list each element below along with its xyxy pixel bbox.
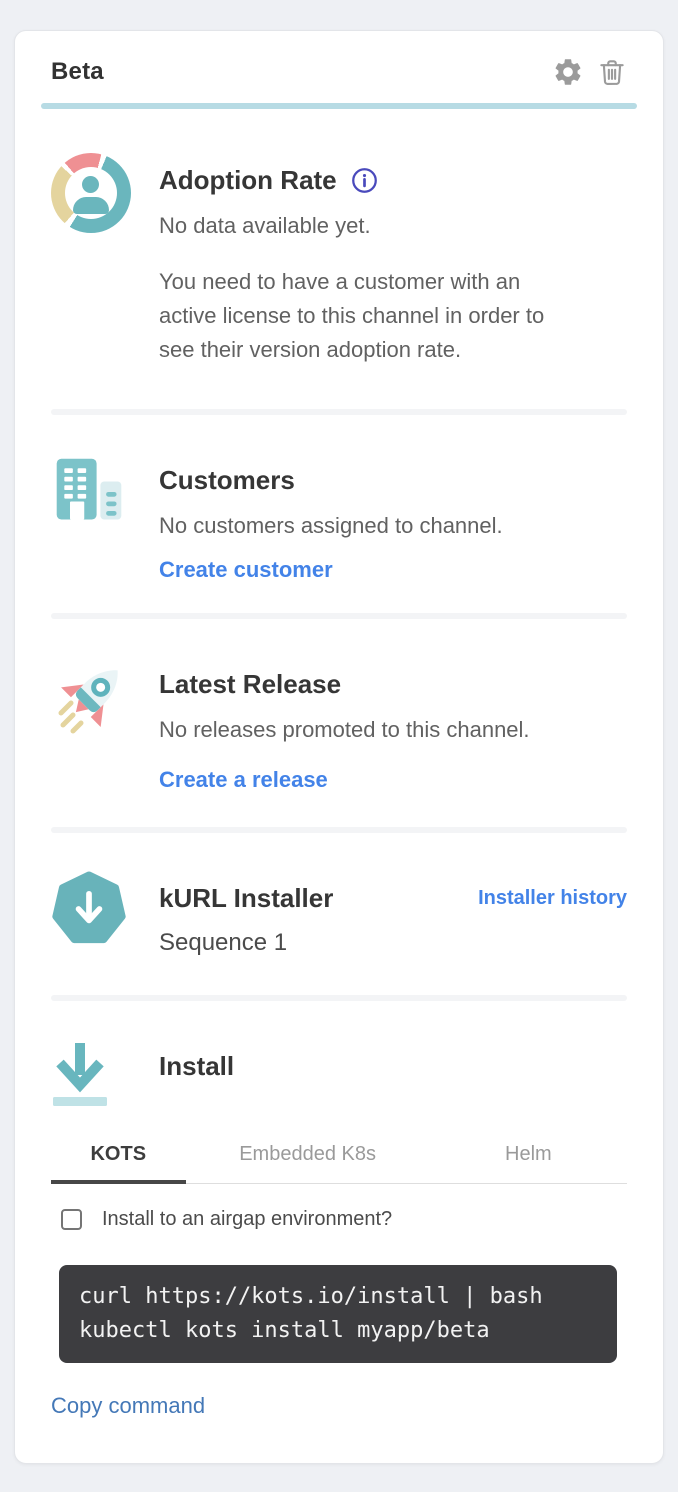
adoption-title: Adoption Rate <box>159 163 337 197</box>
create-customer-link[interactable]: Create customer <box>159 555 333 585</box>
customers-empty-message: No customers assigned to channel. <box>159 509 627 543</box>
install-command-block: curl https://kots.io/install | bashkubec… <box>59 1265 617 1363</box>
kurl-title-row: kURL Installer Installer history <box>159 881 627 915</box>
customers-icon-column <box>51 453 159 585</box>
install-title: Install <box>159 1049 234 1083</box>
person-body-shape <box>73 197 109 214</box>
airgap-option-row: Install to an airgap environment? <box>51 1208 627 1231</box>
kurl-title: kURL Installer <box>159 881 333 915</box>
section-kurl-installer: kURL Installer Installer history Sequenc… <box>51 833 627 995</box>
install-content: Install <box>159 1039 627 1109</box>
adoption-donut-icon <box>51 153 131 233</box>
adoption-empty-message: No data available yet. <box>159 209 627 243</box>
kurl-heptagon-icon <box>51 871 127 947</box>
info-icon[interactable] <box>351 167 378 194</box>
section-adoption-rate: Adoption Rate No data available yet. You… <box>51 109 627 409</box>
adoption-icon-column <box>51 153 159 367</box>
header-toolbar <box>552 56 627 88</box>
command-line-1: curl https://kots.io/install | bash <box>79 1280 597 1314</box>
gear-icon[interactable] <box>552 56 584 88</box>
release-title: Latest Release <box>159 667 341 701</box>
channel-card: Beta Adoption Rate No data <box>14 30 664 1464</box>
release-empty-message: No releases promoted to this channel. <box>159 713 627 747</box>
section-latest-release: Latest Release No releases promoted to t… <box>51 619 627 827</box>
create-release-link[interactable]: Create a release <box>159 765 328 795</box>
download-arrow-icon <box>51 1039 109 1109</box>
tab-kots[interactable]: KOTS <box>51 1135 186 1184</box>
card-header: Beta <box>51 31 627 89</box>
copy-command-link[interactable]: Copy command <box>51 1391 205 1421</box>
rocket-icon <box>51 657 131 737</box>
adoption-content: Adoption Rate No data available yet. You… <box>159 153 627 367</box>
install-tabs: KOTS Embedded K8s Helm <box>51 1135 627 1184</box>
airgap-label[interactable]: Install to an airgap environment? <box>102 1208 392 1231</box>
install-icon-column <box>51 1039 159 1109</box>
tab-embedded-k8s[interactable]: Embedded K8s <box>186 1135 430 1184</box>
kurl-sequence: Sequence 1 <box>159 927 627 959</box>
tab-helm[interactable]: Helm <box>430 1135 627 1184</box>
adoption-help-text: You need to have a customer with an acti… <box>159 265 579 367</box>
command-line-2: kubectl kots install myapp/beta <box>79 1314 597 1348</box>
section-customers: Customers No customers assigned to chann… <box>51 415 627 613</box>
section-install: Install <box>51 1001 627 1109</box>
installer-history-link[interactable]: Installer history <box>478 887 627 910</box>
customers-title: Customers <box>159 463 295 497</box>
release-icon-column <box>51 657 159 795</box>
airgap-checkbox[interactable] <box>61 1209 82 1230</box>
release-content: Latest Release No releases promoted to t… <box>159 657 627 795</box>
adoption-title-row: Adoption Rate <box>159 163 627 197</box>
channel-title: Beta <box>51 58 104 86</box>
kurl-icon-column <box>51 871 159 959</box>
customers-content: Customers No customers assigned to chann… <box>159 453 627 585</box>
kurl-content: kURL Installer Installer history Sequenc… <box>159 871 627 959</box>
trash-icon[interactable] <box>597 56 627 88</box>
person-head-shape <box>82 176 99 193</box>
customers-building-icon <box>51 453 127 529</box>
